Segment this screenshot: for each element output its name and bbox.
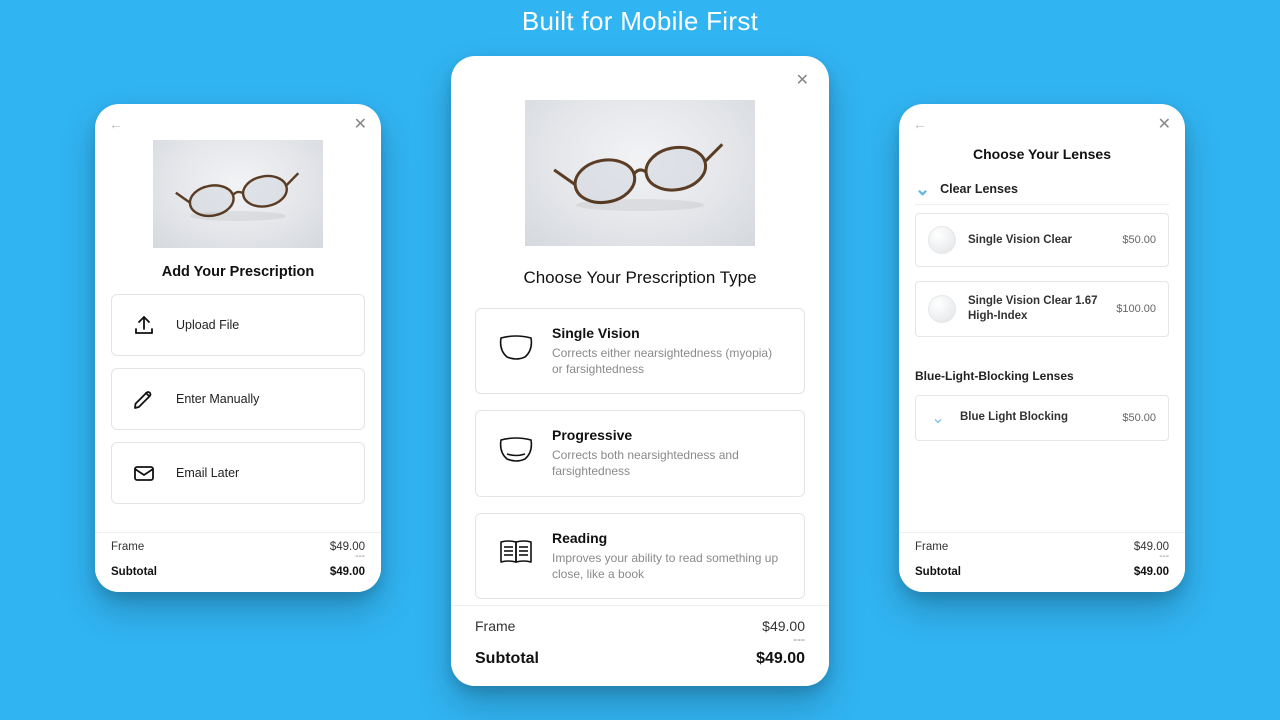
subtotal-label: Subtotal: [915, 566, 961, 578]
lens-price: $100.00: [1116, 303, 1156, 315]
product-image: [525, 100, 755, 246]
dash: ---: [1159, 551, 1169, 562]
lens-option[interactable]: Single Vision Clear 1.67 High-Index $100…: [915, 281, 1169, 337]
lens-name: Single Vision Clear 1.67 High-Index: [968, 294, 1104, 324]
option-label: Email Later: [176, 466, 239, 480]
option-label: Upload File: [176, 318, 239, 332]
option-label: Reading: [552, 530, 786, 546]
option-desc: Corrects both nearsightedness and farsig…: [552, 447, 786, 479]
price-summary: Frame $49.00 --- Subtotal $49.00: [95, 532, 381, 592]
chevron-down-icon: ⌄: [928, 408, 948, 428]
subtotal-price: $49.00: [1134, 566, 1169, 578]
book-icon: [494, 530, 538, 574]
card-title: Add Your Prescription: [162, 264, 315, 280]
chevron-down-icon: ⌄: [915, 184, 930, 195]
mail-icon: [126, 455, 162, 491]
option-progressive[interactable]: Progressive Corrects both nearsightednes…: [475, 410, 805, 496]
price-summary: Frame $49.00 --- Subtotal $49.00: [451, 605, 829, 686]
frame-label: Frame: [111, 541, 144, 553]
option-label: Progressive: [552, 427, 786, 443]
subtotal-label: Subtotal: [475, 650, 539, 668]
back-icon[interactable]: ←: [109, 116, 121, 132]
option-label: Single Vision: [552, 325, 786, 341]
phone-add-prescription: ← ✕ Add Your Prescription: [95, 104, 381, 592]
dash: ---: [793, 632, 805, 646]
card-title: Choose Your Lenses: [915, 146, 1169, 162]
frame-label: Frame: [475, 618, 515, 634]
topbar: ✕: [451, 56, 829, 100]
section-clear-lenses[interactable]: ⌄ Clear Lenses: [915, 176, 1169, 205]
option-single-vision[interactable]: Single Vision Corrects either nearsighte…: [475, 308, 805, 394]
lens-price: $50.00: [1122, 412, 1156, 424]
product-image: [153, 140, 323, 248]
lens-progressive-icon: [494, 427, 538, 471]
option-label: Enter Manually: [176, 392, 259, 406]
option-reading[interactable]: Reading Improves your ability to read so…: [475, 513, 805, 599]
subtotal-price: $49.00: [756, 650, 805, 668]
lens-single-icon: [494, 325, 538, 369]
close-icon[interactable]: ✕: [796, 70, 809, 90]
card-content: Choose Your Lenses ⌄ Clear Lenses Single…: [899, 140, 1185, 532]
upload-icon: [126, 307, 162, 343]
close-icon[interactable]: ✕: [354, 114, 367, 134]
card-content: Add Your Prescription Upload File Enter …: [95, 140, 381, 532]
frame-label: Frame: [915, 541, 948, 553]
lens-price: $50.00: [1122, 234, 1156, 246]
option-desc: Corrects either nearsightedness (myopia)…: [552, 345, 786, 377]
lens-name: Single Vision Clear: [968, 233, 1110, 248]
section-blue-light: Blue-Light-Blocking Lenses: [915, 369, 1169, 383]
phone-choose-lenses: ← ✕ Choose Your Lenses ⌄ Clear Lenses Si…: [899, 104, 1185, 592]
phone-row: ← ✕ Add Your Prescription: [0, 48, 1280, 720]
option-email-later[interactable]: Email Later: [111, 442, 365, 504]
price-summary: Frame $49.00 --- Subtotal $49.00: [899, 532, 1185, 592]
subtotal-label: Subtotal: [111, 566, 157, 578]
lens-swatch: [928, 295, 956, 323]
topbar: ← ✕: [899, 104, 1185, 140]
lens-name: Blue Light Blocking: [960, 410, 1110, 425]
lens-option[interactable]: Single Vision Clear $50.00: [915, 213, 1169, 267]
close-icon[interactable]: ✕: [1158, 114, 1171, 134]
lens-swatch: [928, 226, 956, 254]
topbar: ← ✕: [95, 104, 381, 140]
pencil-icon: [126, 381, 162, 417]
back-icon[interactable]: ←: [913, 116, 925, 132]
lens-option[interactable]: ⌄ Blue Light Blocking $50.00: [915, 395, 1169, 441]
option-upload-file[interactable]: Upload File: [111, 294, 365, 356]
option-desc: Improves your ability to read something …: [552, 550, 786, 582]
card-content: Choose Your Prescription Type Single Vis…: [451, 100, 829, 605]
section-label: Clear Lenses: [940, 182, 1018, 196]
dash: ---: [355, 551, 365, 562]
card-title: Choose Your Prescription Type: [523, 268, 756, 288]
hero-title: Built for Mobile First: [0, 6, 1280, 37]
option-enter-manually[interactable]: Enter Manually: [111, 368, 365, 430]
phone-prescription-type: ✕ Choose Your Prescription Type: [451, 56, 829, 686]
subtotal-price: $49.00: [330, 566, 365, 578]
